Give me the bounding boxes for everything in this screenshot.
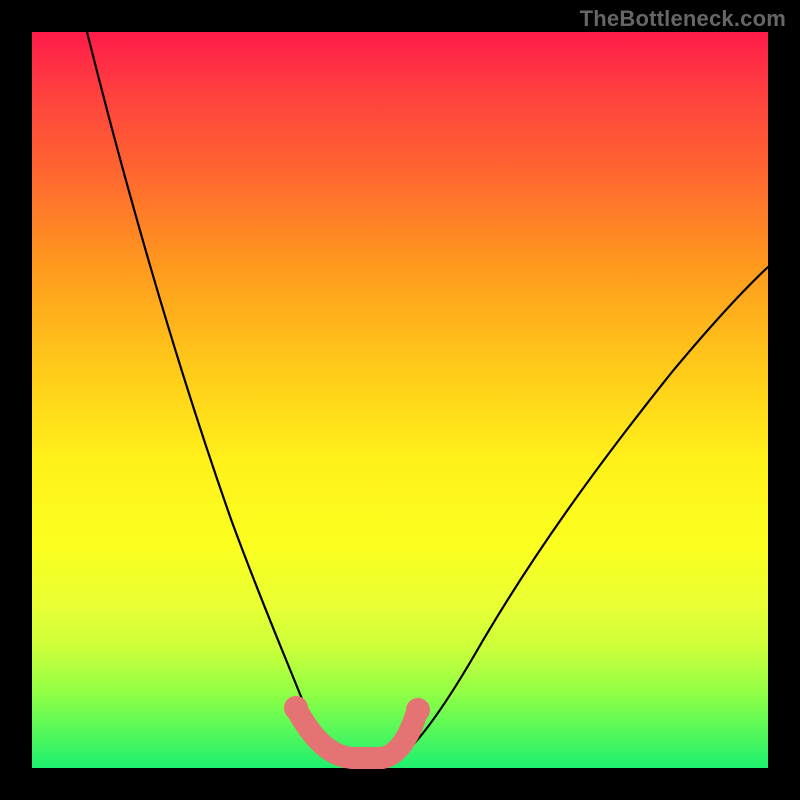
highlight-left-dot	[284, 696, 308, 720]
chart-area	[32, 32, 768, 768]
bottom-highlight	[297, 710, 417, 758]
stage: TheBottleneck.com	[0, 0, 800, 800]
chart-svg	[32, 32, 768, 768]
right-curve	[392, 267, 768, 763]
watermark-text: TheBottleneck.com	[580, 6, 786, 32]
highlight-right-dot	[406, 698, 430, 722]
left-curve	[87, 32, 340, 763]
